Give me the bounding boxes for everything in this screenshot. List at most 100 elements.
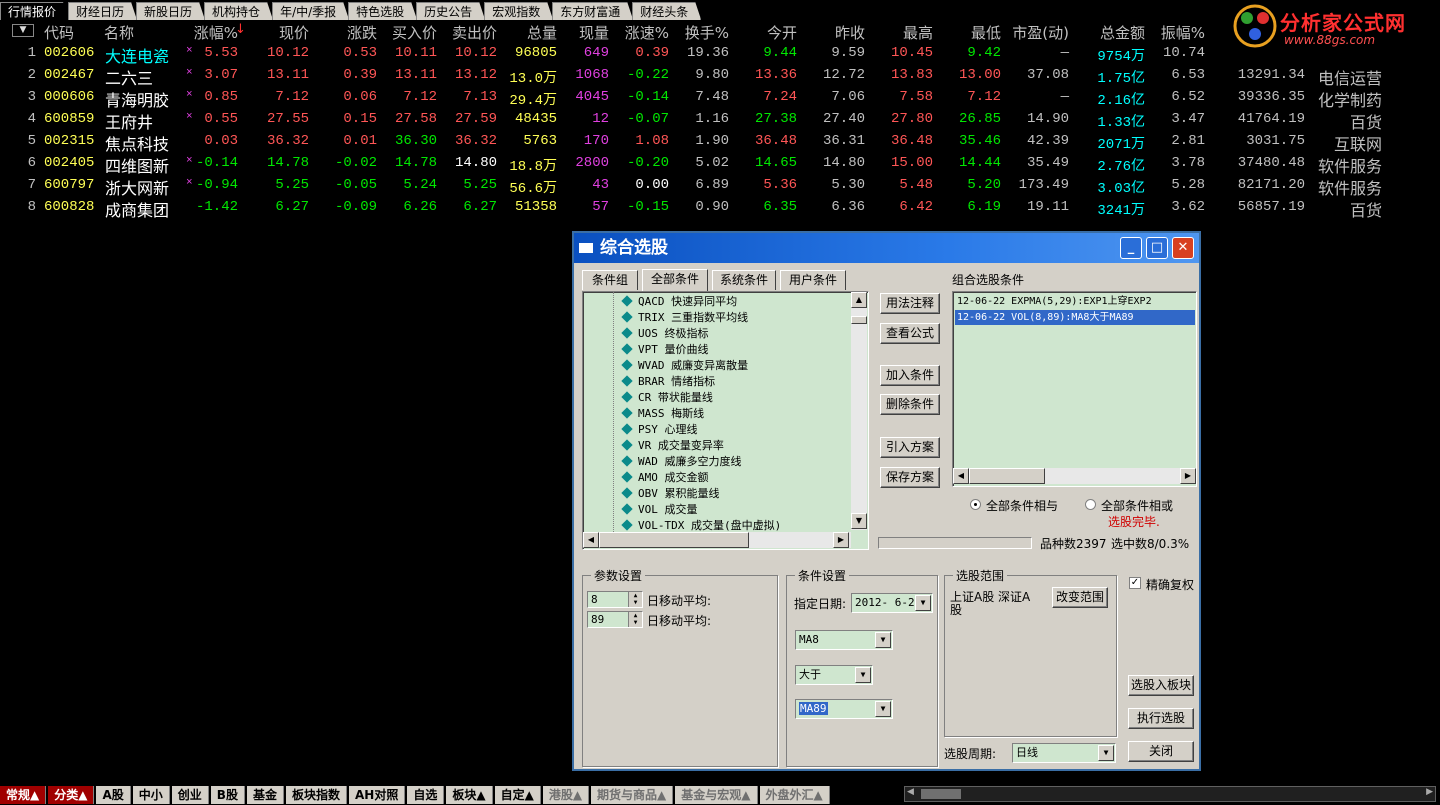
view-formula-button[interactable]: 查看公式 xyxy=(880,323,940,344)
maximize-button[interactable]: □ xyxy=(1146,237,1168,259)
scroll-thumb[interactable] xyxy=(851,316,867,324)
minimize-button[interactable]: _ xyxy=(1120,237,1142,259)
combo-condition-list[interactable]: 12-06-22 EXPMA(5,29):EXP1上穿EXP2 12-06-22… xyxy=(952,291,1197,487)
column-header-0[interactable]: 代码 xyxy=(44,22,104,43)
tab-condition-group[interactable]: 条件组 xyxy=(582,270,638,290)
save-plan-button[interactable]: 保存方案 xyxy=(880,467,940,488)
scroll-down-arrow-icon[interactable]: ▼ xyxy=(851,513,867,529)
tree-item[interactable]: PSY 心理线 xyxy=(621,422,698,438)
tab-all-conditions[interactable]: 全部条件 xyxy=(642,269,708,291)
tree-item[interactable]: VOL 成交量 xyxy=(621,502,698,518)
tree-item[interactable]: WAD 威廉多空力度线 xyxy=(621,454,742,470)
table-row[interactable]: 8 600828 成商集团 -1.42 6.27 -0.09 6.26 6.27 51358 57… xyxy=(0,197,1440,221)
column-header-8[interactable]: 现量 xyxy=(562,22,609,43)
bottom-tab-2[interactable]: A股 xyxy=(96,786,131,804)
column-header-13[interactable]: 最高 xyxy=(874,22,933,43)
tree-item[interactable]: WVAD 威廉变异离散量 xyxy=(621,358,748,374)
column-header-2[interactable]: 涨幅% xyxy=(180,22,238,43)
chevron-down-icon[interactable]: ▼ xyxy=(875,701,891,717)
scroll-right-arrow-icon[interactable]: ▶ xyxy=(1426,787,1433,797)
add-to-block-button[interactable]: 选股入板块 xyxy=(1128,675,1194,696)
dialog-titlebar[interactable]: 综合选股 _ □ ✕ xyxy=(574,233,1199,263)
tree-vertical-scrollbar[interactable]: ▲ ▼ xyxy=(851,292,867,530)
bottom-tab-4[interactable]: 创业 xyxy=(171,786,209,804)
period-select[interactable]: 日线 ▼ xyxy=(1012,743,1116,763)
column-header-11[interactable]: 今开 xyxy=(738,22,797,43)
column-header-9[interactable]: 涨速% xyxy=(614,22,669,43)
tree-item[interactable]: MASS 梅斯线 xyxy=(621,406,704,422)
bottom-tab-13[interactable]: 期货与商品▲ xyxy=(591,786,674,804)
bottom-tab-5[interactable]: B股 xyxy=(210,786,245,804)
table-row[interactable]: 4 600859 王府井 × 0.55 27.55 0.15 27.58 27.59 48435 1… xyxy=(0,109,1440,133)
indicator-tree[interactable]: QACD 快速异同平均 TRIX 三重指数平均线 UOS 终极指标 VPT 量价曲线 W… xyxy=(582,291,869,550)
column-header-14[interactable]: 最低 xyxy=(942,22,1001,43)
bottom-tab-12[interactable]: 港股▲ xyxy=(542,786,590,804)
top-tab-3[interactable]: 机构持仓 xyxy=(204,2,273,20)
bottom-tab-6[interactable]: 基金 xyxy=(246,786,284,804)
chevron-down-icon[interactable]: ▼ xyxy=(915,595,931,611)
target-select[interactable]: MA89 ▼ xyxy=(795,699,893,719)
add-condition-button[interactable]: 加入条件 xyxy=(880,365,940,386)
delete-condition-button[interactable]: 删除条件 xyxy=(880,394,940,415)
bottom-tab-3[interactable]: 中小 xyxy=(132,786,170,804)
bottom-tab-9[interactable]: 自选 xyxy=(407,786,445,804)
column-header-15[interactable]: 市盈(动) xyxy=(1000,22,1069,43)
top-tab-9[interactable]: 财经头条 xyxy=(632,2,701,20)
sort-dropdown-button[interactable]: ▼ xyxy=(12,24,34,37)
h-scroll-thumb[interactable] xyxy=(599,532,749,548)
column-header-16[interactable]: 总金额 xyxy=(1076,22,1145,43)
top-tab-8[interactable]: 东方财富通 xyxy=(552,2,633,20)
radio-or[interactable] xyxy=(1085,499,1096,510)
stock-name[interactable]: 四维图新 xyxy=(105,153,185,177)
top-tab-2[interactable]: 新股日历 xyxy=(136,2,205,20)
stock-name[interactable]: 王府井 xyxy=(105,109,185,133)
top-tab-0[interactable]: 行情报价 xyxy=(0,2,69,20)
table-row[interactable]: 6 002405 四维图新 × -0.14 14.78 -0.02 14.78 14.80 18.… xyxy=(0,153,1440,177)
column-header-4[interactable]: 涨跌 xyxy=(320,22,377,43)
operator-select[interactable]: 大于 ▼ xyxy=(795,665,873,685)
tree-item[interactable]: AMO 成交金额 xyxy=(621,470,709,486)
stock-name[interactable]: 二六三 xyxy=(105,65,185,89)
tree-item[interactable]: BRAR 情绪指标 xyxy=(621,374,715,390)
condition-item[interactable]: 12-06-22 EXPMA(5,29):EXP1上穿EXP2 xyxy=(955,294,1195,309)
scroll-right-arrow-icon[interactable]: ▶ xyxy=(1180,468,1196,484)
close-window-button[interactable]: ✕ xyxy=(1172,237,1194,259)
tree-item[interactable]: TRIX 三重指数平均线 xyxy=(621,310,748,326)
scroll-right-arrow-icon[interactable]: ▶ xyxy=(833,532,849,548)
table-row[interactable]: 7 600797 浙大网新 × -0.94 5.25 -0.05 5.24 5.25 56.6万 4… xyxy=(0,175,1440,199)
column-header-1[interactable]: 名称 xyxy=(104,22,184,43)
stock-name[interactable]: 大连电瓷 xyxy=(105,43,185,67)
change-range-button[interactable]: 改变范围 xyxy=(1052,587,1108,608)
bottom-h-scrollbar[interactable]: ◀ ▶ xyxy=(904,786,1436,802)
column-header-10[interactable]: 换手% xyxy=(672,22,729,43)
run-screen-button[interactable]: 执行选股 xyxy=(1128,708,1194,729)
scroll-left-arrow-icon[interactable]: ◀ xyxy=(583,532,599,548)
tab-system-conditions[interactable]: 系统条件 xyxy=(712,270,776,290)
scroll-left-arrow-icon[interactable]: ◀ xyxy=(907,787,914,797)
date-picker[interactable]: 2012- 6-22 ▼ xyxy=(851,593,933,613)
indicator-select[interactable]: MA8 ▼ xyxy=(795,630,893,650)
column-header-6[interactable]: 卖出价 xyxy=(444,22,497,43)
tab-user-conditions[interactable]: 用户条件 xyxy=(780,270,846,290)
bottom-tab-8[interactable]: AH对照 xyxy=(348,786,406,804)
top-tab-7[interactable]: 宏观指数 xyxy=(484,2,553,20)
precise-adjust-checkbox[interactable]: ✓ xyxy=(1129,577,1141,589)
stock-name[interactable]: 成商集团 xyxy=(105,197,185,221)
scroll-left-arrow-icon[interactable]: ◀ xyxy=(953,468,969,484)
chevron-down-icon[interactable]: ▼ xyxy=(875,632,891,648)
spin-arrows-icon[interactable]: ▲ ▼ xyxy=(628,612,642,627)
bottom-tab-1[interactable]: 分类▲ xyxy=(48,786,95,804)
stock-name[interactable]: 青海明胶 xyxy=(105,87,185,111)
bottom-tab-15[interactable]: 外盘外汇▲ xyxy=(759,786,830,804)
close-button[interactable]: 关闭 xyxy=(1128,741,1194,762)
column-header-17[interactable]: 振幅% xyxy=(1148,22,1205,43)
spin-arrows-icon[interactable]: ▲ ▼ xyxy=(628,592,642,607)
stock-name[interactable]: 浙大网新 xyxy=(105,175,185,199)
param1-input[interactable]: 8 ▲ ▼ xyxy=(587,591,643,608)
tree-item[interactable]: VR 成交量变异率 xyxy=(621,438,724,454)
usage-note-button[interactable]: 用法注释 xyxy=(880,293,940,314)
h-scroll-thumb[interactable] xyxy=(969,468,1045,484)
table-row[interactable]: 2 002467 二六三 × 3.07 13.11 0.39 13.11 13.12 13.0万 1… xyxy=(0,65,1440,89)
tree-item[interactable]: VPT 量价曲线 xyxy=(621,342,709,358)
tree-item[interactable]: QACD 快速异同平均 xyxy=(621,294,737,310)
